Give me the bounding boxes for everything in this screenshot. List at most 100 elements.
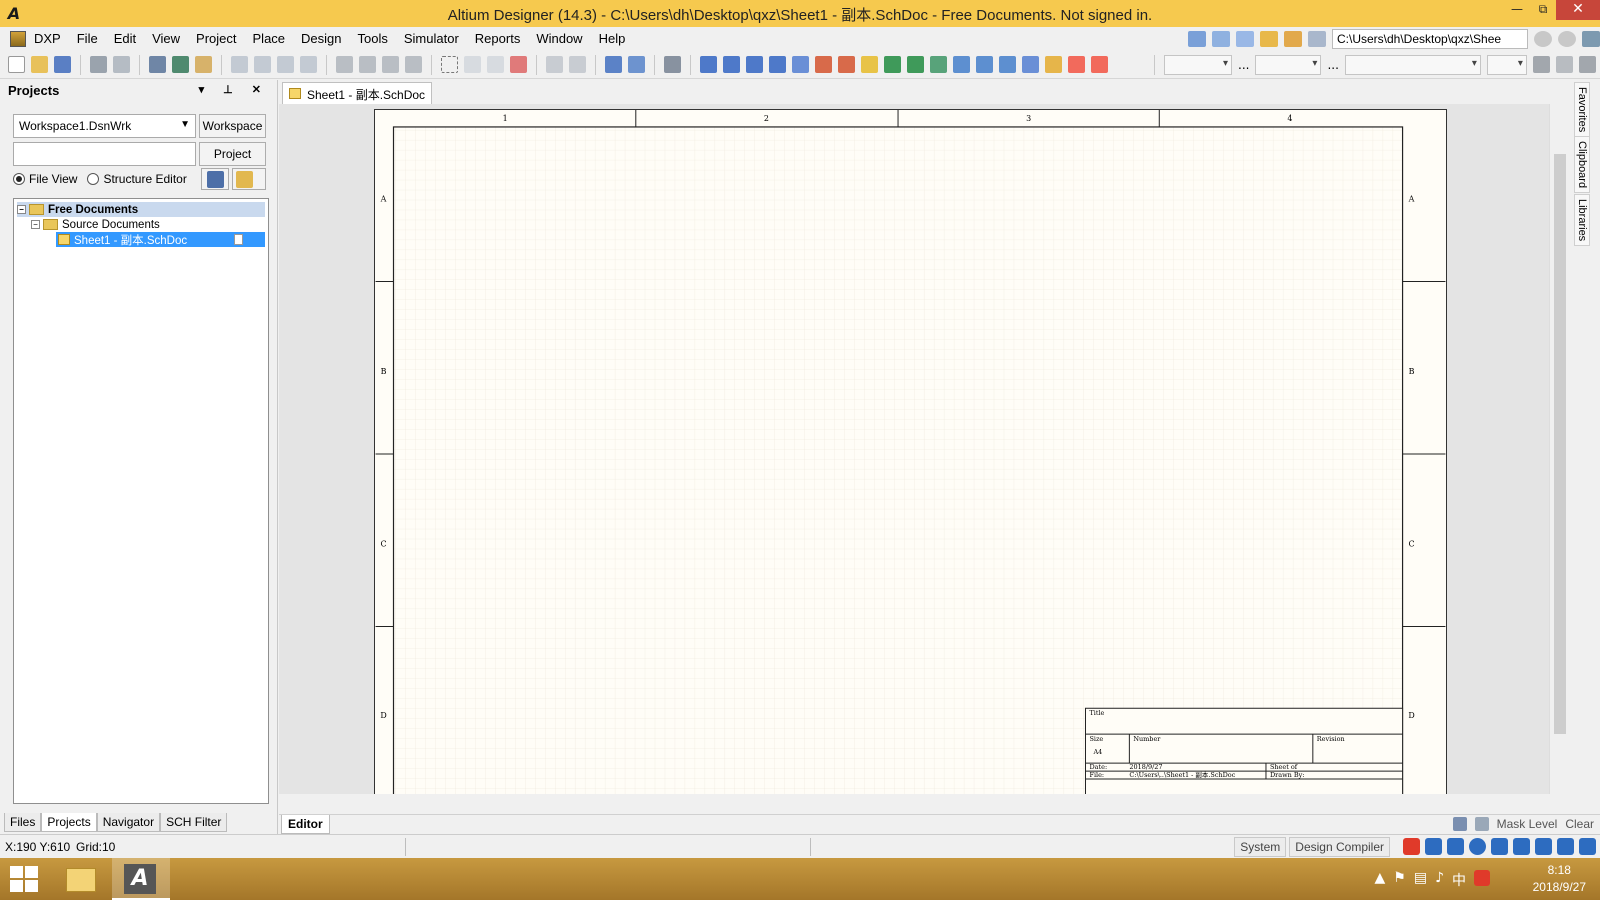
sheet-symbol-tool-icon[interactable]	[884, 56, 901, 73]
menu-edit[interactable]: Edit	[106, 27, 144, 51]
sogou-tray-icon[interactable]	[1474, 870, 1490, 886]
pin-icon[interactable]	[1582, 31, 1600, 47]
action-center-icon[interactable]: ⚑	[1393, 870, 1406, 890]
tab-favorites[interactable]: Favorites	[1574, 82, 1590, 138]
menu-file[interactable]: File	[69, 27, 106, 51]
restore-button[interactable]: ⧉	[1530, 0, 1556, 20]
tree-root[interactable]: − Free Documents	[17, 202, 265, 217]
wiring-tool-icon[interactable]	[1188, 31, 1206, 47]
path-combo[interactable]: C:\Users\dh\Desktop\qxz\Shee	[1332, 29, 1528, 49]
close-button[interactable]: ✕	[1556, 0, 1600, 20]
volume-icon[interactable]: ♪	[1435, 870, 1444, 890]
scroll-thumb[interactable]	[1554, 154, 1566, 734]
wrench-icon[interactable]	[1579, 838, 1596, 855]
size-combo[interactable]	[1255, 54, 1322, 75]
menu-help[interactable]: Help	[591, 27, 634, 51]
print-icon[interactable]	[90, 56, 107, 73]
tab-navigator[interactable]: Navigator	[96, 813, 161, 832]
tree-folder[interactable]: − Source Documents	[14, 217, 268, 232]
cross-probe-icon[interactable]	[628, 56, 645, 73]
clear-filter-icon[interactable]	[510, 56, 527, 73]
workspace-select[interactable]: Workspace1.DsnWrk ▼	[13, 114, 196, 138]
upload-icon[interactable]	[1557, 838, 1574, 855]
clock[interactable]: 8:18 2018/9/27	[1533, 862, 1586, 896]
device-sheet-icon[interactable]	[930, 56, 947, 73]
collapse-icon[interactable]: −	[17, 205, 26, 214]
style-combo[interactable]	[1344, 54, 1481, 75]
network-icon[interactable]: ▤	[1414, 870, 1427, 890]
menu-reports[interactable]: Reports	[467, 27, 529, 51]
place-signal-harness-icon[interactable]	[746, 56, 763, 73]
schematic-sheet[interactable]: 1 2 3 4 A B C D A B C D Title Size A4 Nu…	[374, 109, 1447, 794]
menu-window[interactable]: Window	[528, 27, 590, 51]
align-tool-icon[interactable]	[1212, 31, 1230, 47]
print-preview-icon[interactable]	[113, 56, 130, 73]
editor-tab[interactable]: Editor	[281, 815, 330, 834]
zoom-selected-icon[interactable]	[277, 56, 294, 73]
tree-file[interactable]: Sheet1 - 副本.SchDoc	[56, 232, 265, 247]
undo-icon[interactable]	[546, 56, 563, 73]
microphone-icon[interactable]	[1491, 838, 1508, 855]
grid-icon[interactable]	[1308, 31, 1326, 47]
sheet-symbol-icon[interactable]	[1284, 31, 1302, 47]
project-button[interactable]: Project	[199, 142, 266, 166]
back-icon[interactable]	[1534, 31, 1552, 47]
move-icon[interactable]	[464, 56, 481, 73]
line-style-icon[interactable]	[1532, 56, 1550, 73]
open-file-icon[interactable]	[31, 56, 48, 73]
open-document-button[interactable]	[232, 168, 266, 190]
zoom-dropdown-icon[interactable]	[300, 56, 317, 73]
harness-entry-icon[interactable]	[976, 56, 993, 73]
altium-designer-taskbar-button[interactable]: A	[112, 858, 170, 900]
start-button[interactable]	[8, 864, 40, 894]
menu-tools[interactable]: Tools	[350, 27, 396, 51]
menu-view[interactable]: View	[144, 27, 188, 51]
forward-icon[interactable]	[1558, 31, 1576, 47]
menu-dxp[interactable]: DXP	[26, 27, 69, 51]
design-compiler-button[interactable]: Design Compiler	[1289, 837, 1390, 857]
mask-level-button[interactable]: Mask Level	[1497, 817, 1558, 831]
power-port-icon[interactable]	[1236, 31, 1254, 47]
arrow-style-icon[interactable]	[1578, 56, 1596, 73]
ime-indicator[interactable]: 中	[1452, 870, 1466, 890]
horizontal-scrollbar[interactable]	[279, 794, 1569, 808]
zoom-area-icon[interactable]	[254, 56, 271, 73]
rubber-stamp-icon[interactable]	[405, 56, 422, 73]
menu-design[interactable]: Design	[293, 27, 349, 51]
paste-icon[interactable]	[382, 56, 399, 73]
place-part-icon[interactable]	[861, 56, 878, 73]
place-wire-icon[interactable]	[700, 56, 717, 73]
clear-button[interactable]: Clear	[1565, 817, 1594, 831]
file-explorer-button[interactable]	[52, 858, 110, 900]
tab-sch-filter[interactable]: SCH Filter	[160, 813, 228, 832]
no-erc-icon[interactable]	[1068, 56, 1085, 73]
open-document-icon[interactable]	[195, 56, 212, 73]
off-sheet-connector-icon[interactable]	[1022, 56, 1039, 73]
sogou-icon[interactable]	[1403, 838, 1420, 855]
pen-icon[interactable]	[1452, 817, 1467, 831]
device-view-icon[interactable]	[172, 56, 189, 73]
user-icon[interactable]	[1535, 838, 1552, 855]
place-bus-icon[interactable]	[723, 56, 740, 73]
tab-projects[interactable]: Projects	[41, 813, 97, 832]
redo-icon[interactable]	[569, 56, 586, 73]
document-tab[interactable]: Sheet1 - 副本.SchDoc	[282, 82, 433, 104]
line-width-combo[interactable]	[1486, 54, 1527, 75]
panel-controls[interactable]: ▾ ⊥ ✕	[199, 83, 269, 96]
open-project-icon[interactable]	[149, 56, 166, 73]
browse-library-icon[interactable]	[664, 56, 681, 73]
port-icon[interactable]	[999, 56, 1016, 73]
schematic-editor[interactable]: 1 2 3 4 A B C D A B C D Title Size A4 Nu…	[279, 104, 1549, 794]
system-button[interactable]: System	[1234, 837, 1287, 857]
punctuation-icon[interactable]	[1447, 838, 1464, 855]
gnd-port-icon[interactable]	[815, 56, 832, 73]
structure-editor-radio[interactable]	[87, 173, 100, 185]
filter-icon[interactable]	[1474, 817, 1489, 831]
vcc-port-icon[interactable]	[838, 56, 855, 73]
dash-style-icon[interactable]	[1555, 56, 1573, 73]
project-options-button[interactable]	[201, 168, 229, 190]
workspace-button[interactable]: Workspace	[199, 114, 266, 138]
project-input[interactable]	[13, 142, 196, 166]
deselect-icon[interactable]	[487, 56, 504, 73]
keyboard-icon[interactable]	[1513, 838, 1530, 855]
